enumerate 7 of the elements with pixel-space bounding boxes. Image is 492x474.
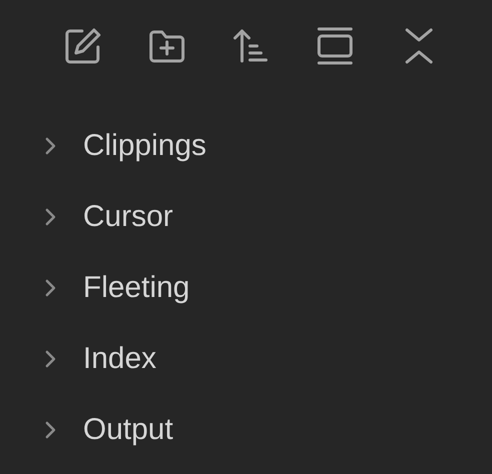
new-note-icon[interactable] [63,26,103,66]
folder-item[interactable]: Cursor [0,181,492,252]
folder-item[interactable]: Clippings [0,110,492,181]
folder-item[interactable]: Output [0,394,492,465]
folder-item[interactable]: Index [0,323,492,394]
collapse-icon[interactable] [315,26,355,66]
folder-item[interactable]: Fleeting [0,252,492,323]
